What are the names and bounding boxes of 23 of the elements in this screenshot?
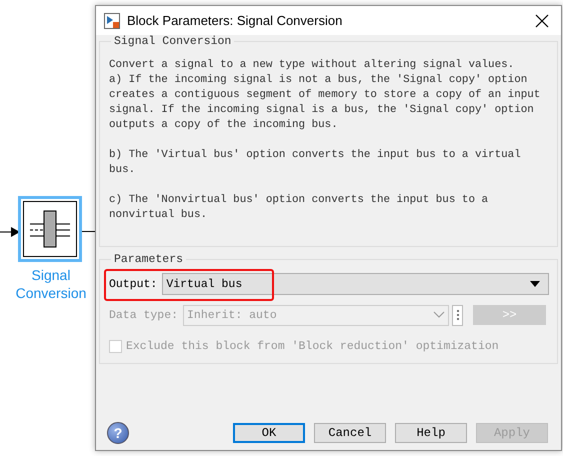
dialog-button[interactable]: Help (395, 423, 467, 443)
dropdown-arrow-icon (530, 281, 540, 287)
output-dropdown[interactable]: Virtual bus (162, 273, 549, 295)
group-heading: Signal Conversion (113, 35, 232, 48)
group-heading: Parameters (113, 253, 184, 266)
close-icon (535, 14, 549, 28)
dialog-button[interactable]: OK (233, 423, 305, 443)
block-app-icon (104, 12, 120, 28)
signal-arrow (0, 226, 20, 238)
data-type-label: Data type: (109, 308, 178, 322)
description-text: c) The 'Nonvirtual bus' option converts the input bus to a nonvirtual bus. (109, 193, 490, 223)
block-symbol-icon (23, 201, 77, 257)
window-title: Block Parameters: Signal Conversion (127, 13, 344, 28)
description-text: a) If the incoming signal is not a bus, the 'Signal copy' option creates a contiguous segment of memory to store a copy of an input signal. If the incoming signal is a bus, the 'Signal copy' option outputs a copy of the incoming bus. (109, 73, 542, 133)
description-text: Convert a signal to a new type without altering signal values. (109, 58, 516, 73)
description-text: b) The 'Virtual bus' option converts the input bus to a virtual bus. (109, 148, 522, 178)
block-label: Signal Conversion (14, 266, 88, 302)
help-button[interactable]: ? (107, 422, 129, 444)
dialog-button[interactable]: Cancel (314, 423, 386, 443)
output-label: Output: (109, 278, 158, 290)
signal-conversion-block[interactable] (18, 196, 82, 262)
signal-line (82, 231, 95, 232)
chevron-down-icon (433, 311, 446, 319)
